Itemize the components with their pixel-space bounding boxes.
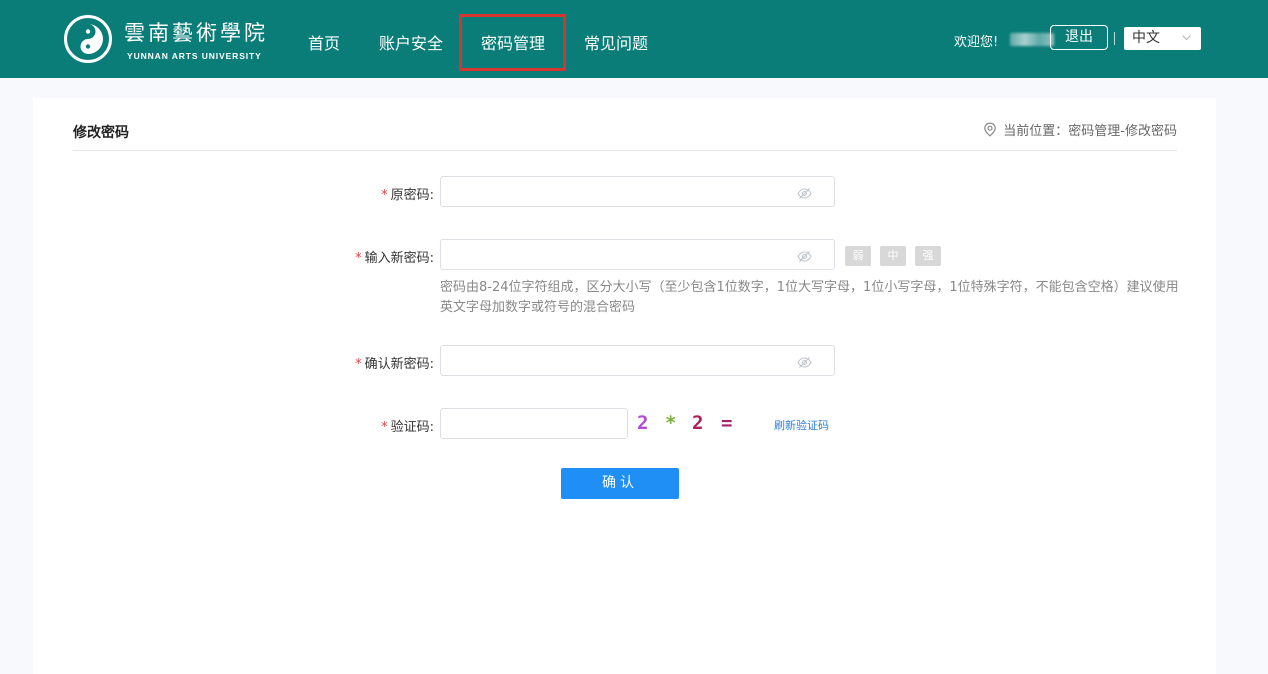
university-logo[interactable]: 雲南藝術學院 YUNNAN ARTS UNIVERSITY bbox=[64, 15, 284, 65]
logo-chinese-name: 雲南藝術學院 bbox=[124, 21, 268, 45]
captcha-label: * 验证码: bbox=[300, 416, 434, 435]
captcha-char-2: * bbox=[665, 412, 677, 434]
header-divider bbox=[1114, 32, 1115, 45]
required-mark: * bbox=[355, 357, 362, 372]
username-redacted bbox=[1010, 33, 1054, 46]
top-header: 雲南藝術學院 YUNNAN ARTS UNIVERSITY 首页 账户安全 密码… bbox=[0, 0, 1268, 78]
eye-hidden-icon[interactable] bbox=[797, 248, 812, 267]
confirm-password-label-text: 确认新密码: bbox=[364, 357, 434, 372]
breadcrumb-text: 当前位置：密码管理-修改密码 bbox=[1003, 124, 1177, 139]
captcha-input[interactable] bbox=[440, 408, 628, 439]
new-password-input[interactable] bbox=[440, 239, 835, 270]
confirm-button[interactable]: 确认 bbox=[561, 468, 679, 499]
nav-item-home[interactable]: 首页 bbox=[308, 30, 340, 54]
eye-hidden-icon[interactable] bbox=[797, 354, 812, 373]
confirm-password-input[interactable] bbox=[440, 345, 835, 376]
title-divider bbox=[73, 150, 1177, 151]
welcome-text: 欢迎您! bbox=[954, 35, 999, 50]
captcha-char-4: = bbox=[721, 412, 733, 434]
new-password-label-text: 输入新密码: bbox=[364, 251, 434, 266]
logo-english-name: YUNNAN ARTS UNIVERSITY bbox=[127, 51, 262, 61]
breadcrumb: 当前位置：密码管理-修改密码 bbox=[983, 120, 1177, 139]
language-select[interactable]: 中文 bbox=[1124, 27, 1201, 50]
strength-strong: 强 bbox=[915, 246, 941, 266]
refresh-captcha-link[interactable]: 刷新验证码 bbox=[774, 417, 829, 433]
logout-button[interactable]: 退出 bbox=[1050, 25, 1108, 50]
chevron-down-icon bbox=[1181, 28, 1192, 51]
language-value: 中文 bbox=[1132, 30, 1160, 46]
confirm-password-label: * 确认新密码: bbox=[300, 353, 434, 372]
captcha-char-1: 2 bbox=[637, 412, 649, 434]
strength-medium: 中 bbox=[880, 246, 906, 266]
strength-weak: 弱 bbox=[845, 246, 871, 266]
nav-item-account-security[interactable]: 账户安全 bbox=[379, 30, 443, 54]
password-rule-hint: 密码由8-24位字符组成，区分大小写（至少包含1位数字，1位大写字母，1位小写字… bbox=[440, 280, 1179, 315]
location-pin-icon bbox=[984, 122, 997, 137]
university-emblem-icon bbox=[64, 15, 112, 63]
captcha-label-text: 验证码: bbox=[390, 420, 434, 435]
old-password-label-text: 原密码: bbox=[390, 188, 434, 203]
active-nav-highlight bbox=[459, 14, 566, 71]
required-mark: * bbox=[381, 420, 388, 435]
eye-hidden-icon[interactable] bbox=[797, 185, 812, 204]
nav-item-faq[interactable]: 常见问题 bbox=[584, 30, 648, 54]
new-password-label: * 输入新密码: bbox=[300, 247, 434, 266]
captcha-char-3: 2 bbox=[692, 412, 704, 434]
required-mark: * bbox=[355, 251, 362, 266]
required-mark: * bbox=[381, 188, 388, 203]
old-password-label: * 原密码: bbox=[300, 184, 434, 203]
page-title: 修改密码 bbox=[73, 125, 129, 141]
old-password-input[interactable] bbox=[440, 176, 835, 207]
